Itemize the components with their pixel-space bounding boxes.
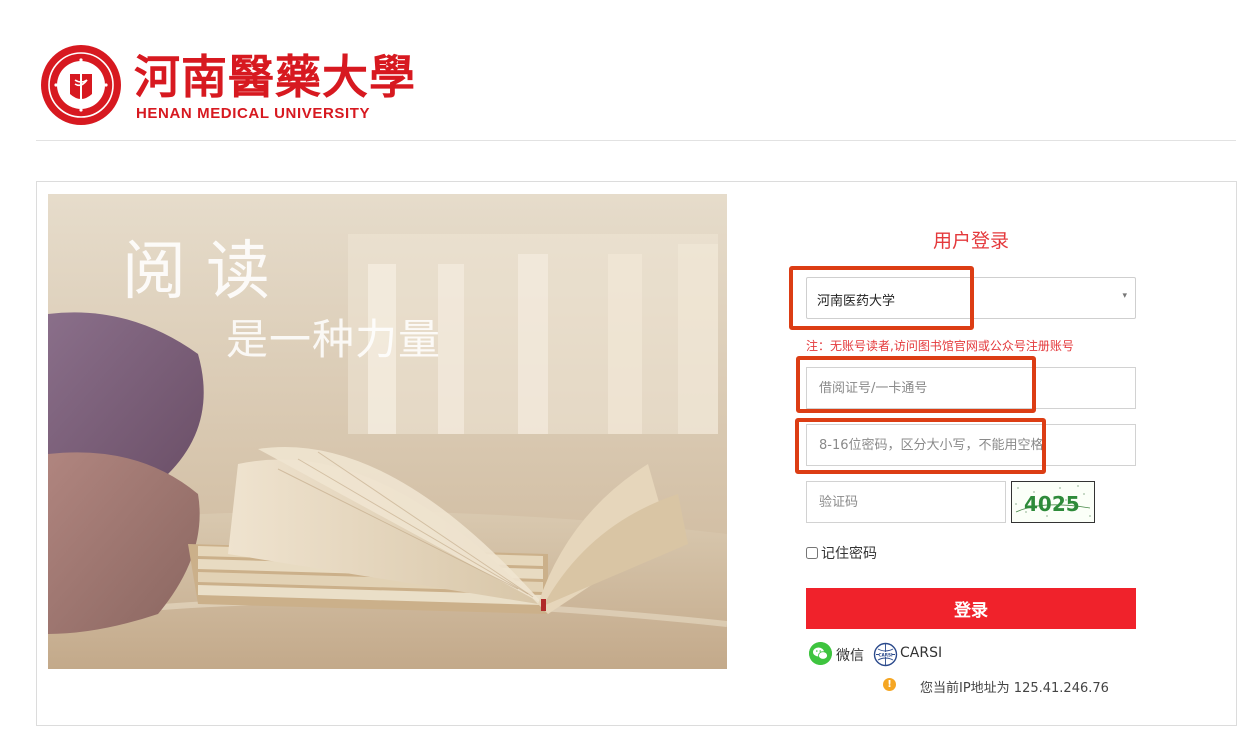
logo-chinese-name: 河南醫藥大學 — [134, 50, 416, 104]
ip-address-text: 您当前IP地址为 125.41.246.76 — [920, 681, 1109, 696]
carsi-login-link[interactable]: CARSI — [900, 645, 942, 661]
banner-subheadline: 是一种力量 — [226, 315, 442, 364]
info-icon: ! — [883, 678, 896, 691]
remember-password-checkbox[interactable] — [806, 547, 818, 559]
username-input[interactable] — [806, 367, 1136, 409]
remember-password[interactable]: 记住密码 — [806, 543, 877, 563]
captcha-graphic: 4025 — [1015, 485, 1091, 517]
captcha-input[interactable] — [806, 481, 1006, 523]
login-page: 河南醫藥大學 HENAN MEDICAL UNIVERSITY 阅读 是一种力量… — [0, 0, 1252, 737]
banner-image: 阅读 是一种力量 — [48, 194, 727, 669]
wechat-icon[interactable] — [809, 642, 832, 665]
captcha-image[interactable]: 4025 — [1011, 481, 1095, 523]
chevron-down-icon: ▾ — [1122, 291, 1127, 301]
banner-headline: 阅读 — [122, 235, 290, 309]
remember-password-label: 记住密码 — [821, 546, 877, 562]
carsi-icon[interactable]: CARSI — [873, 642, 898, 667]
school-select[interactable]: 河南医药大学 ▾ — [806, 277, 1136, 319]
captcha-text: 4025 — [1024, 492, 1080, 516]
wechat-login-link[interactable]: 微信 — [836, 645, 864, 665]
login-button[interactable]: 登录 — [806, 588, 1136, 629]
header-divider — [36, 140, 1236, 141]
svg-text:CARSI: CARSI — [878, 652, 893, 657]
logo-english-name: HENAN MEDICAL UNIVERSITY — [136, 105, 371, 122]
school-select-value: 河南医药大学 — [817, 294, 896, 309]
header: 河南醫藥大學 HENAN MEDICAL UNIVERSITY — [0, 0, 1252, 141]
university-seal-icon — [41, 45, 121, 125]
register-note: 注：无账号读者,访问图书馆官网或公众号注册账号 — [806, 339, 1074, 353]
login-title: 用户登录 — [932, 230, 1009, 252]
password-input[interactable] — [806, 424, 1136, 466]
